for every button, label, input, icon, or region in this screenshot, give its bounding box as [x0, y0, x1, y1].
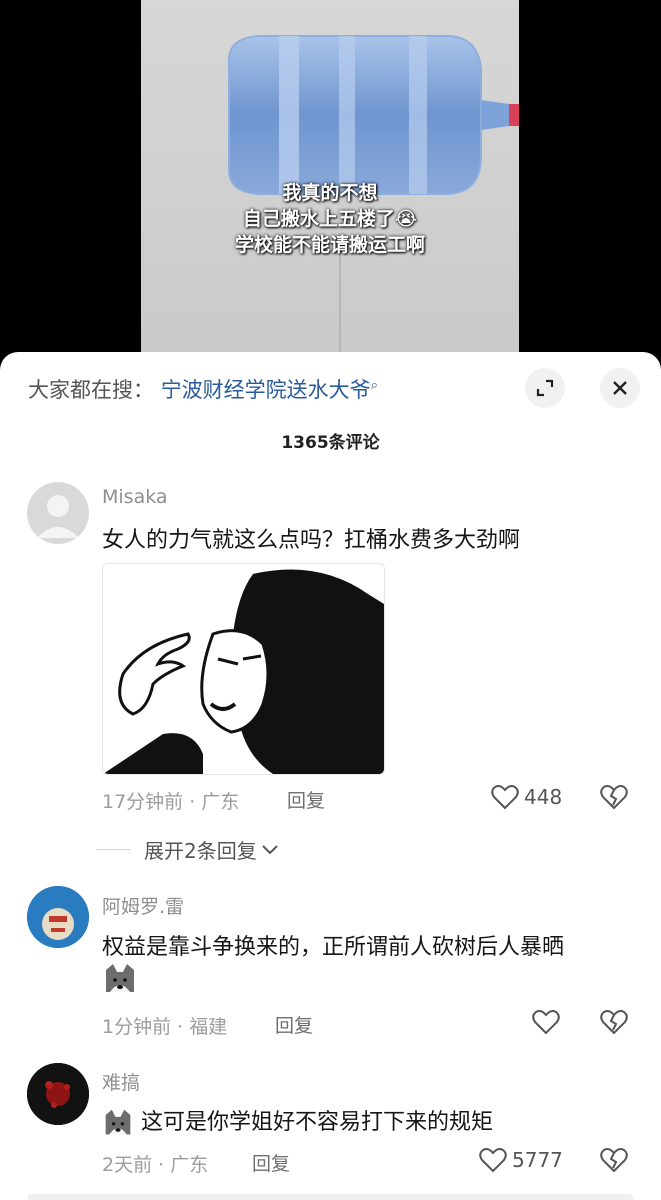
- comment-input-edge: [28, 1194, 633, 1200]
- default-avatar-icon: [37, 495, 79, 538]
- like-count: 448: [524, 785, 563, 809]
- reply-button[interactable]: 回复: [252, 1149, 290, 1176]
- comment-time: 1分钟前: [102, 1016, 172, 1038]
- meta-separator: ·: [177, 1016, 184, 1038]
- dog-emoji-icon: [102, 962, 138, 1000]
- meta-separator: ·: [158, 1154, 165, 1176]
- expand-replies-label: 展开2条回复: [144, 839, 257, 863]
- dislike-button[interactable]: [600, 1147, 628, 1177]
- video-frame[interactable]: 我真的不想 自己搬水上五楼了😭 学校能不能请搬运工啊: [141, 0, 519, 370]
- search-icon: ⌕: [370, 378, 378, 393]
- comment-username[interactable]: 阿姆罗.雷: [102, 892, 184, 919]
- comments-panel: 大家都在搜： 宁波财经学院送水大爷⌕ 1365条评论 Misaka 女人的力气就…: [0, 352, 661, 1200]
- like-button[interactable]: 5777: [479, 1147, 563, 1173]
- comment-location: 福建: [189, 1016, 228, 1038]
- reply-button[interactable]: 回复: [287, 786, 325, 813]
- user-avatar-image: [27, 886, 89, 948]
- video-player[interactable]: 我真的不想 自己搬水上五楼了😭 学校能不能请搬运工啊: [0, 0, 661, 370]
- comment-location: 广东: [170, 1154, 209, 1176]
- trending-search[interactable]: 大家都在搜： 宁波财经学院送水大爷⌕: [28, 374, 378, 404]
- meme-face-image: [103, 569, 384, 774]
- broken-heart-icon: [600, 1148, 628, 1173]
- comment-meta: 1分钟前 · 福建: [102, 1012, 227, 1039]
- dislike-button[interactable]: [600, 1009, 628, 1039]
- like-button[interactable]: [532, 1009, 560, 1035]
- heart-icon: [479, 1148, 507, 1173]
- like-button[interactable]: 448: [491, 784, 562, 810]
- avatar[interactable]: [27, 886, 89, 948]
- comment-time: 17分钟前: [102, 791, 184, 813]
- comment-meta: 2天前 · 广东: [102, 1150, 208, 1177]
- avatar[interactable]: [27, 1063, 89, 1125]
- dog-emoji-icon: [102, 1109, 141, 1135]
- close-button[interactable]: [600, 368, 640, 408]
- heart-icon: [491, 785, 519, 810]
- comment-meta: 17分钟前 · 广东: [102, 787, 239, 814]
- comment-time: 2天前: [102, 1154, 153, 1176]
- comment-text: 权益是靠斗争换来的，正所谓前人砍树后人暴晒: [102, 935, 565, 960]
- comment-text: 女人的力气就这么点吗？扛桶水费多大劲啊: [102, 528, 521, 553]
- video-caption: 我真的不想 自己搬水上五楼了😭 学校能不能请搬运工啊: [141, 180, 519, 258]
- reply-button[interactable]: 回复: [275, 1011, 313, 1038]
- broken-heart-icon: [600, 1010, 628, 1035]
- close-icon: [613, 381, 627, 395]
- user-avatar-image: [27, 1063, 89, 1125]
- comment-username[interactable]: 难搞: [102, 1068, 140, 1095]
- like-count: 5777: [512, 1148, 563, 1172]
- expand-icon: [536, 379, 554, 397]
- dislike-button[interactable]: [600, 784, 628, 814]
- comment-sticker-image[interactable]: [102, 563, 385, 775]
- broken-heart-icon: [600, 785, 628, 810]
- chevron-down-icon: [262, 844, 278, 854]
- caption-line-2: 自己搬水上五楼了😭: [242, 208, 418, 230]
- comment-text-content: 这可是你学姐好不容易打下来的规矩: [141, 1110, 494, 1135]
- caption-line-1: 我真的不想: [282, 182, 378, 204]
- comment-text: 这可是你学姐好不容易打下来的规矩: [102, 1104, 493, 1138]
- comment-location: 广东: [201, 791, 240, 813]
- trending-search-prefix: 大家都在搜：: [28, 378, 154, 402]
- divider: [96, 849, 130, 850]
- meta-separator: ·: [189, 791, 196, 813]
- heart-icon: [532, 1010, 560, 1035]
- caption-line-3: 学校能不能请搬运工啊: [234, 234, 425, 256]
- trending-search-link[interactable]: 宁波财经学院送水大爷: [161, 378, 371, 402]
- comment-count: 1365条评论: [281, 433, 380, 453]
- avatar[interactable]: [27, 482, 89, 544]
- comment-username[interactable]: Misaka: [102, 486, 168, 508]
- expand-replies-button[interactable]: 展开2条回复: [96, 835, 279, 864]
- expand-button[interactable]: [525, 368, 565, 408]
